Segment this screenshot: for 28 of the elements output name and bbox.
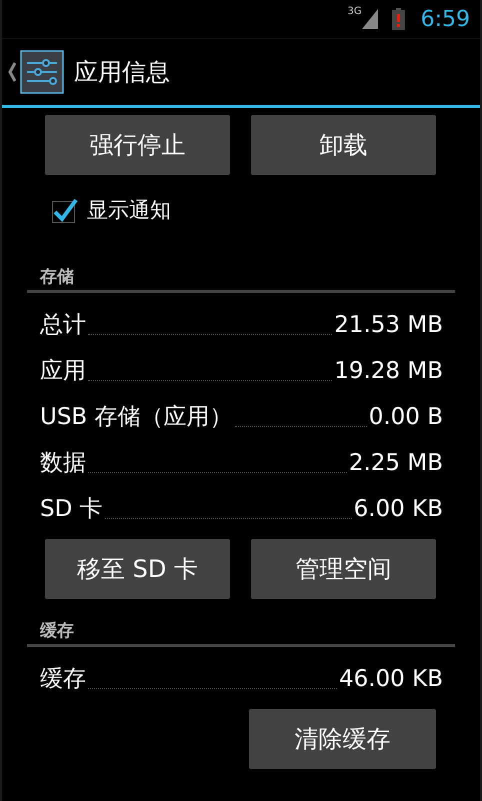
row-label: 数据 [40,449,86,478]
action-button[interactable]: 管理空间 [251,539,436,599]
row-value: 19.28 MB [334,357,443,386]
row-label: 应用 [40,357,86,386]
signal-icon [362,9,378,29]
section-header: 存储 [38,266,75,289]
row-label: 总计 [40,311,86,340]
action-button[interactable]: 清除缓存 [249,709,436,769]
row-value: 21.53 MB [334,311,443,340]
network-type: 3G [347,6,362,17]
row-label: SD 卡 [40,495,103,524]
row-label: 缓存 [40,665,86,694]
action-button[interactable]: 移至 SD 卡 [45,539,230,599]
row-value: 2.25 MB [348,449,443,478]
checkbox[interactable] [51,196,79,224]
battery-alert-icon [392,8,405,30]
section-header: 缓存 [38,620,75,643]
screen-title: 应用信息 [74,57,170,88]
row-label: USB 存储（应用） [40,403,233,432]
row-value: 46.00 KB [338,665,443,694]
action-button[interactable]: 卸载 [251,115,436,175]
clock: 6:59 [420,6,470,32]
sliders-icon [20,50,64,94]
row-value: 0.00 B [368,403,443,432]
checkbox-label: 显示通知 [87,197,171,224]
back-chevron-icon[interactable] [8,62,16,82]
row-value: 6.00 KB [354,495,443,524]
action-button[interactable]: 强行停止 [45,115,230,175]
